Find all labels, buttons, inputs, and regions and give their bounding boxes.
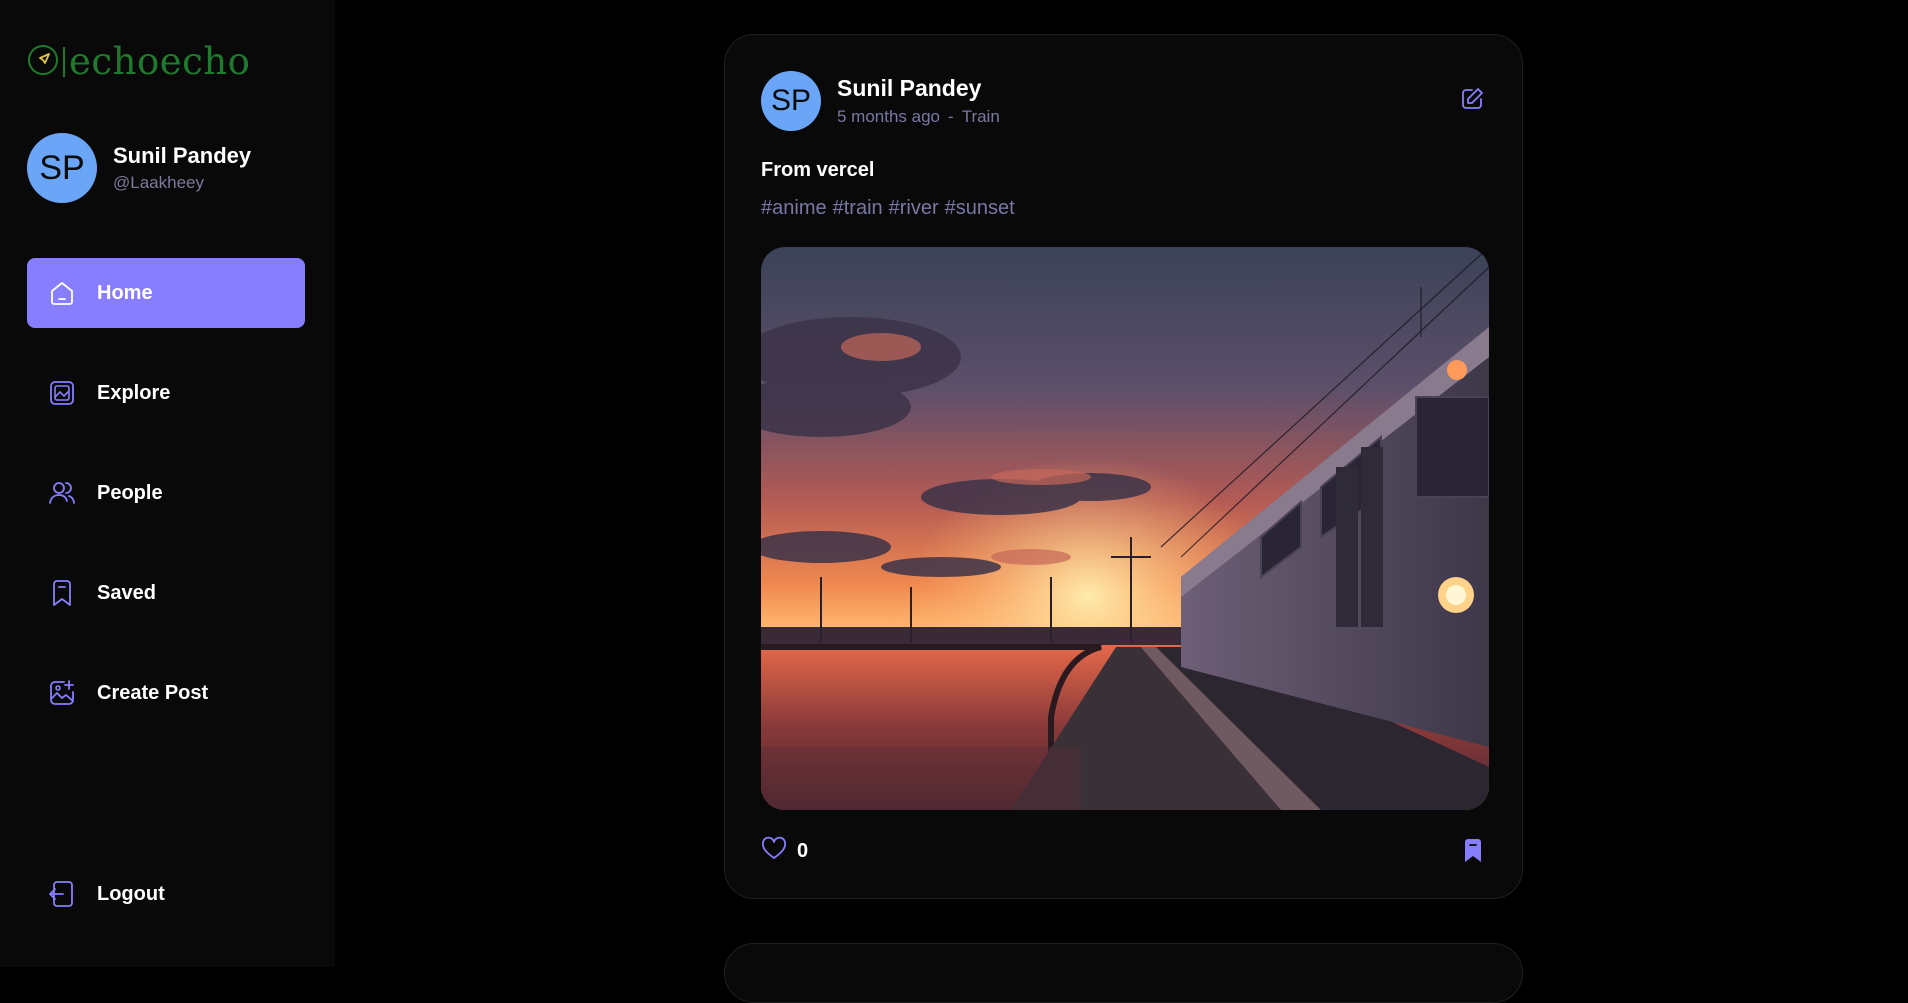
sidebar-nav: Home Explore People Saved Create Post <box>27 258 305 758</box>
post-caption: From vercel <box>761 159 875 181</box>
logo-divider <box>63 47 65 77</box>
post-header: SP Sunil Pandey 5 months ago - Train <box>761 71 1000 131</box>
heart-icon <box>761 836 787 867</box>
bookmark-icon <box>47 578 77 608</box>
profile-name: Sunil Pandey <box>113 143 252 168</box>
tag[interactable]: #sunset <box>945 197 1015 220</box>
like-count: 0 <box>797 839 809 862</box>
sidebar-item-label: Explore <box>97 381 171 404</box>
home-icon <box>47 278 77 308</box>
sunset-train-illustration <box>761 247 1489 810</box>
edit-post-icon[interactable] <box>1458 85 1486 113</box>
logout-button[interactable]: Logout <box>27 859 305 929</box>
post-tags: #anime #train #river #sunset <box>761 197 1015 220</box>
post-author[interactable]: Sunil Pandey <box>837 74 1000 102</box>
sidebar-item-label: People <box>97 481 163 504</box>
sidebar-item-explore[interactable]: Explore <box>27 358 305 428</box>
logo-text: echoecho <box>69 40 251 83</box>
post-time: 5 months ago <box>837 107 941 126</box>
profile-handle: @Laakheey <box>113 173 204 192</box>
sidebar-item-label: Home <box>97 281 153 304</box>
compass-icon <box>27 44 59 81</box>
gallery-icon <box>47 378 77 408</box>
sidebar-item-create-post[interactable]: Create Post <box>27 658 305 728</box>
bookmark-filled-icon[interactable] <box>1460 838 1486 864</box>
post-image[interactable] <box>761 247 1489 810</box>
post-actions: 0 <box>761 835 1486 867</box>
people-icon <box>47 478 77 508</box>
tag[interactable]: #train <box>833 197 883 220</box>
tag[interactable]: #anime <box>761 197 827 220</box>
like-button[interactable]: 0 <box>761 836 808 867</box>
post-card: SP Sunil Pandey 5 months ago - Train From … <box>724 34 1523 899</box>
sidebar-item-saved[interactable]: Saved <box>27 558 305 628</box>
post-location: Train <box>961 107 1000 126</box>
author-avatar[interactable]: SP <box>761 71 821 131</box>
sidebar-item-label: Saved <box>97 581 156 604</box>
logo[interactable]: echoecho <box>27 42 250 82</box>
post-separator: - <box>948 107 954 126</box>
avatar: SP <box>27 133 97 203</box>
sidebar: echoecho SP Sunil Pandey @Laakheey Home … <box>0 0 335 967</box>
logout-label: Logout <box>97 882 165 905</box>
post-card-next <box>724 943 1523 1003</box>
post-subtitle: 5 months ago - Train <box>837 106 1000 128</box>
sidebar-item-home[interactable]: Home <box>27 258 305 328</box>
logout-icon <box>47 879 77 909</box>
sidebar-item-label: Create Post <box>97 681 209 704</box>
add-image-icon <box>47 678 77 708</box>
tag[interactable]: #river <box>889 197 939 220</box>
sidebar-item-people[interactable]: People <box>27 458 305 528</box>
user-profile[interactable]: SP Sunil Pandey @Laakheey <box>27 133 251 203</box>
